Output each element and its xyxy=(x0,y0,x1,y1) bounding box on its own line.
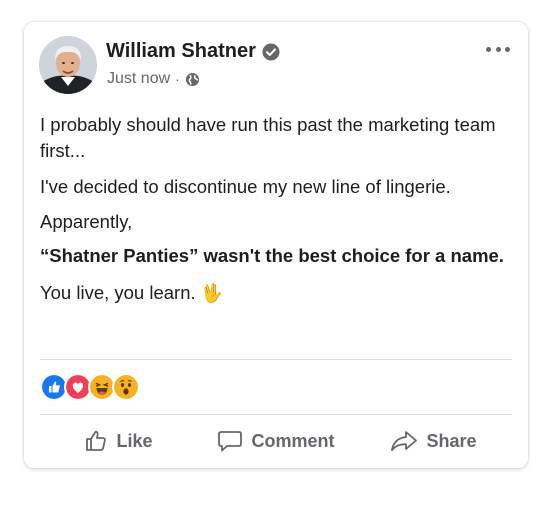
verified-badge-icon xyxy=(262,43,280,60)
share-arrow-icon xyxy=(391,431,418,451)
divider xyxy=(40,359,512,360)
globe-icon[interactable] xyxy=(185,72,200,87)
post-paragraph-bold: “Shatner Panties” wasn't the best choice… xyxy=(40,245,504,266)
vulcan-salute-icon: 🖖 xyxy=(200,283,224,303)
avatar[interactable] xyxy=(39,36,97,94)
share-label: Share xyxy=(426,430,477,451)
more-options-icon[interactable] xyxy=(486,42,510,56)
post-paragraph: I probably should have run this past the… xyxy=(40,114,496,161)
author-name[interactable]: William Shatner xyxy=(106,40,256,63)
more-dot xyxy=(486,46,491,52)
share-button[interactable]: Share xyxy=(355,420,512,462)
like-button[interactable]: Like xyxy=(40,420,197,462)
post-meta: Just now · xyxy=(107,70,200,88)
reaction-summary[interactable] xyxy=(40,373,140,401)
post-card: William Shatner Just now · I probably sh… xyxy=(24,22,528,468)
thumbs-up-icon xyxy=(86,430,107,451)
author-row: William Shatner xyxy=(106,40,280,63)
post-paragraph: I've decided to discontinue my new line … xyxy=(40,176,451,197)
post-actions: Like Comment Share xyxy=(40,420,512,462)
post-paragraph-text: You live, you learn. xyxy=(40,282,196,303)
post-paragraph-last: You live, you learn. 🖖 xyxy=(40,280,510,306)
post-paragraph: Apparently, xyxy=(40,211,133,232)
wow-reaction-icon xyxy=(112,373,140,401)
more-dot xyxy=(495,46,501,52)
comment-button[interactable]: Comment xyxy=(198,420,355,462)
divider xyxy=(40,414,512,415)
more-dot xyxy=(505,46,510,52)
timestamp[interactable]: Just now xyxy=(107,70,170,88)
comment-icon xyxy=(218,431,243,452)
comment-label: Comment xyxy=(251,430,335,451)
like-label: Like xyxy=(116,430,153,451)
post-body: I probably should have run this past the… xyxy=(40,112,510,315)
meta-separator: · xyxy=(175,71,180,87)
